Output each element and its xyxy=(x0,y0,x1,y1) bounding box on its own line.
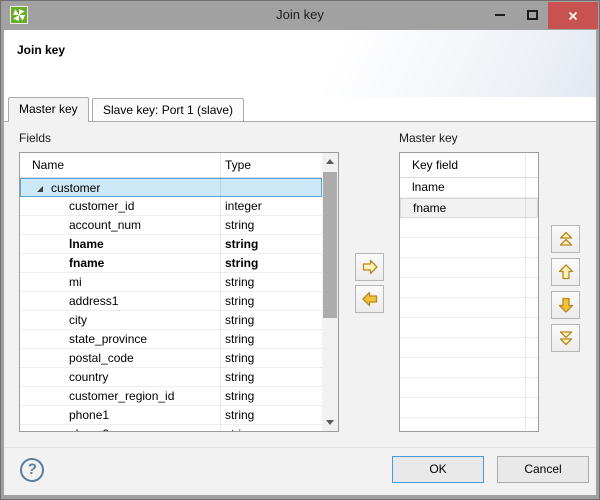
double-chevron-up-icon xyxy=(557,230,575,248)
dialog-body: Join key Master key Slave key: Port 1 (s… xyxy=(4,30,596,495)
field-type: string xyxy=(225,406,254,424)
field-type: string xyxy=(225,235,258,253)
ok-button[interactable]: OK xyxy=(392,456,484,483)
field-name: customer_id xyxy=(69,197,134,215)
field-row-country[interactable]: country string xyxy=(20,368,322,387)
minimize-button[interactable] xyxy=(484,1,516,29)
tab-master-key[interactable]: Master key xyxy=(8,97,89,122)
field-row-customer-region-id[interactable]: customer_region_id string xyxy=(20,387,322,406)
arrow-down-icon xyxy=(557,296,575,314)
field-row-account-num[interactable]: account_num string xyxy=(20,216,322,235)
field-row-phone2[interactable]: phone2 string xyxy=(20,425,322,431)
key-field-name: lname xyxy=(412,178,445,197)
dialog-header: Join key xyxy=(4,30,596,97)
column-header-key-field[interactable]: Key field xyxy=(412,153,458,177)
column-header-type[interactable]: Type xyxy=(225,153,251,177)
field-name: phone1 xyxy=(69,406,109,424)
field-type: string xyxy=(225,349,254,367)
fields-rows: customer customer_id integer account_num… xyxy=(20,178,322,431)
field-type: string xyxy=(225,216,254,234)
tree-node-label: customer xyxy=(51,179,100,197)
tab-bar: Master key Slave key: Port 1 (slave) xyxy=(4,97,596,122)
window-controls xyxy=(484,1,598,29)
fields-scrollbar[interactable] xyxy=(322,153,338,431)
fields-table: Name Type customer customer_id integer a… xyxy=(19,152,339,432)
tab-content: Fields Name Type customer customer_id in… xyxy=(4,122,596,447)
remove-key-button[interactable] xyxy=(355,285,384,313)
move-top-button[interactable] xyxy=(551,225,580,253)
field-row-phone1[interactable]: phone1 string xyxy=(20,406,322,425)
close-icon xyxy=(566,9,580,23)
field-name: lname xyxy=(69,235,104,253)
help-button[interactable]: ? xyxy=(19,457,45,483)
field-type: string xyxy=(225,254,258,272)
key-field-name: fname xyxy=(413,199,446,218)
join-key-dialog: Join key Join key Master key Slave key: … xyxy=(0,0,600,500)
column-divider xyxy=(525,154,526,430)
field-name: fname xyxy=(69,254,104,272)
field-row-fname[interactable]: fname string xyxy=(20,254,322,273)
field-name: address1 xyxy=(69,292,118,310)
minimize-icon xyxy=(495,14,505,16)
field-name: state_province xyxy=(69,330,147,348)
scroll-up-icon xyxy=(326,159,334,164)
scrollbar-up-button[interactable] xyxy=(322,153,338,170)
field-type: string xyxy=(225,330,254,348)
cancel-button[interactable]: Cancel xyxy=(497,456,589,483)
field-type: string xyxy=(225,387,254,405)
master-key-rows: lname fname xyxy=(400,178,538,431)
field-type: string xyxy=(225,368,254,386)
close-button[interactable] xyxy=(548,2,598,29)
field-row-mi[interactable]: mi string xyxy=(20,273,322,292)
tab-slave-key[interactable]: Slave key: Port 1 (slave) xyxy=(92,98,244,122)
field-type: string xyxy=(225,273,254,291)
field-type: string xyxy=(225,425,254,431)
field-name: mi xyxy=(69,273,82,291)
maximize-icon xyxy=(527,10,538,20)
field-type: integer xyxy=(225,197,262,215)
add-key-button[interactable] xyxy=(355,253,384,281)
scrollbar-down-button[interactable] xyxy=(322,414,338,431)
double-chevron-down-icon xyxy=(557,329,575,347)
key-row-fname[interactable]: fname xyxy=(400,198,538,218)
dialog-header-title: Join key xyxy=(17,43,65,57)
field-type: string xyxy=(225,311,254,329)
title-bar[interactable]: Join key xyxy=(1,1,599,30)
tree-expander-icon[interactable] xyxy=(37,186,43,192)
field-row-state-province[interactable]: state_province string xyxy=(20,330,322,349)
key-row-lname[interactable]: lname xyxy=(400,178,538,198)
scroll-down-icon xyxy=(326,420,334,425)
move-up-button[interactable] xyxy=(551,258,580,286)
move-down-button[interactable] xyxy=(551,291,580,319)
column-header-name[interactable]: Name xyxy=(32,153,64,177)
button-bar: ? OK Cancel xyxy=(4,447,596,495)
field-row-city[interactable]: city string xyxy=(20,311,322,330)
field-name: postal_code xyxy=(69,349,134,367)
arrow-up-icon xyxy=(557,263,575,281)
field-row-customer-id[interactable]: customer_id integer xyxy=(20,197,322,216)
maximize-button[interactable] xyxy=(516,1,548,29)
field-name: customer_region_id xyxy=(69,387,174,405)
scrollbar-thumb[interactable] xyxy=(323,172,337,318)
field-row-postal-code[interactable]: postal_code string xyxy=(20,349,322,368)
arrow-right-icon xyxy=(361,258,379,276)
arrow-left-icon xyxy=(361,290,379,308)
field-name: country xyxy=(69,368,108,386)
master-key-table: Key field lname fname xyxy=(399,152,539,432)
field-type: string xyxy=(225,292,254,310)
field-row-lname[interactable]: lname string xyxy=(20,235,322,254)
field-name: city xyxy=(69,311,87,329)
column-divider xyxy=(220,154,221,430)
move-bottom-button[interactable] xyxy=(551,324,580,352)
field-name: phone2 xyxy=(69,425,109,431)
field-name: account_num xyxy=(69,216,141,234)
master-key-label: Master key xyxy=(399,131,458,145)
field-row-address1[interactable]: address1 string xyxy=(20,292,322,311)
master-key-table-header[interactable]: Key field xyxy=(400,153,538,178)
fields-table-header[interactable]: Name Type xyxy=(20,153,322,178)
tree-node-customer[interactable]: customer xyxy=(20,178,322,197)
fields-label: Fields xyxy=(19,131,51,145)
